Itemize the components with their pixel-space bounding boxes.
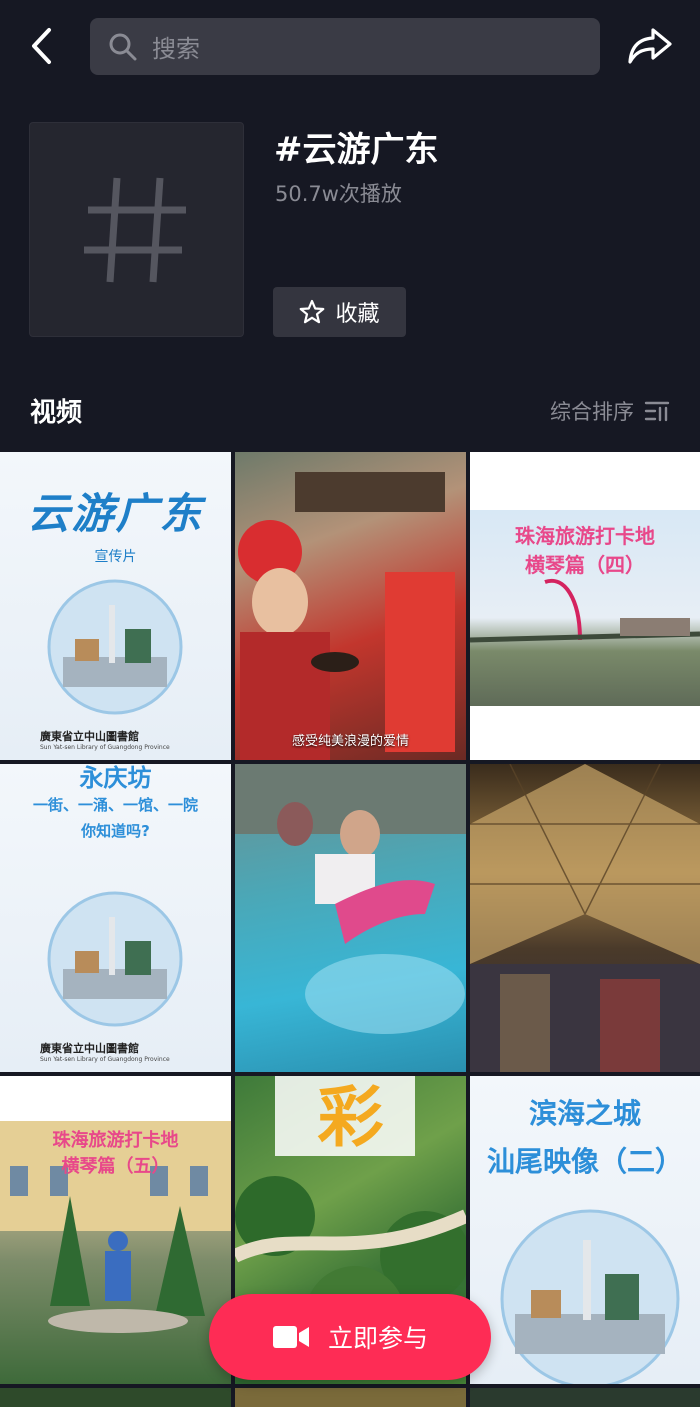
video-tile[interactable]: 滨海之城 汕尾映像（二） (470, 1076, 700, 1384)
video-camera-icon (272, 1326, 309, 1348)
video-tile[interactable] (470, 764, 700, 1072)
participate-button[interactable]: 立即参与 (209, 1294, 491, 1380)
play-count: 50.7w次播放 (275, 182, 402, 206)
tile-line2: 你知道吗? (81, 822, 150, 840)
video-thumbnail-image (235, 764, 466, 1034)
tile-line1: 一街、一涌、一馆、一院 (32, 796, 198, 814)
tile-title: 永庆坊 (79, 764, 152, 792)
filter-icon (644, 401, 670, 422)
chevron-left-icon (32, 28, 51, 64)
tile-title: 云游广东 (27, 489, 204, 538)
video-tile[interactable]: 云游广东 宣传片 廣東省立中山圖書館 Sun Yat-sen Library o… (0, 452, 231, 760)
tile-title-line1: 滨海之城 (528, 1097, 641, 1130)
hashtag-icon (83, 177, 186, 282)
library-emblem-image (47, 579, 183, 715)
share-icon (628, 28, 672, 64)
video-tile[interactable]: 永庆坊 一街、一涌、一馆、一院 你知道吗? 廣東省立中山圖書館 Sun Yat-… (0, 764, 231, 1072)
video-tile[interactable]: 珠海旅游打卡地 横琴篇（四） (470, 452, 700, 760)
favorite-label: 收藏 (335, 302, 380, 327)
library-emblem-image (500, 1209, 680, 1384)
tile-title-line2: 横琴篇（四） (525, 553, 645, 577)
search-icon (109, 33, 137, 60)
topic-header: #云游广东 50.7w次播放 收藏 (0, 92, 700, 382)
library-emblem-image (47, 891, 183, 1027)
topic-cover (29, 122, 244, 337)
video-thumbnail-image (470, 764, 700, 1072)
tile-footer: 廣東省立中山圖書館 (40, 1042, 139, 1055)
sort-button[interactable]: 综合排序 (550, 396, 670, 426)
video-grid: 云游广东 宣传片 廣東省立中山圖書館 Sun Yat-sen Library o… (0, 452, 700, 1407)
tile-title-line1: 珠海旅游打卡地 (52, 1130, 179, 1151)
participate-label: 立即参与 (327, 1324, 428, 1353)
tile-footer: 廣東省立中山圖書館 (40, 730, 139, 743)
tile-caption: 感受纯美浪漫的爱情 (291, 734, 409, 749)
video-thumbnail-image (238, 472, 455, 760)
video-tile[interactable]: 感受纯美浪漫的爱情 (235, 452, 466, 760)
tile-subtitle: 宣传片 (94, 549, 137, 565)
video-tile[interactable] (235, 1388, 466, 1407)
video-tile[interactable] (0, 1388, 231, 1407)
video-thumbnail-image (0, 1121, 231, 1333)
back-button[interactable] (22, 22, 62, 70)
tile-title: 彩 (317, 1079, 384, 1156)
search-input[interactable]: 搜索 (90, 18, 600, 75)
tile-footer-en: Sun Yat-sen Library of Guangdong Provinc… (40, 744, 170, 751)
tile-footer-en: Sun Yat-sen Library of Guangdong Provinc… (40, 1056, 170, 1063)
topic-title: #云游广东 (274, 130, 439, 170)
video-tile[interactable] (235, 764, 466, 1072)
tile-title-line1: 珠海旅游打卡地 (515, 524, 655, 548)
share-button[interactable] (622, 22, 678, 70)
favorite-button[interactable]: 收藏 (273, 287, 406, 337)
video-tile[interactable]: 珠海旅游打卡地 横琴篇（五） (0, 1076, 231, 1384)
tile-title-line2: 汕尾映像（二） (486, 1145, 683, 1178)
top-bar: 搜索 (0, 0, 700, 92)
search-placeholder: 搜索 (152, 35, 200, 63)
sort-label: 综合排序 (550, 400, 634, 424)
video-tile[interactable] (470, 1388, 700, 1407)
tile-title-line2: 横琴篇（五） (61, 1156, 170, 1177)
section-title: 视频 (30, 398, 83, 428)
star-icon (300, 299, 325, 324)
section-bar: 视频 综合排序 (0, 382, 700, 452)
